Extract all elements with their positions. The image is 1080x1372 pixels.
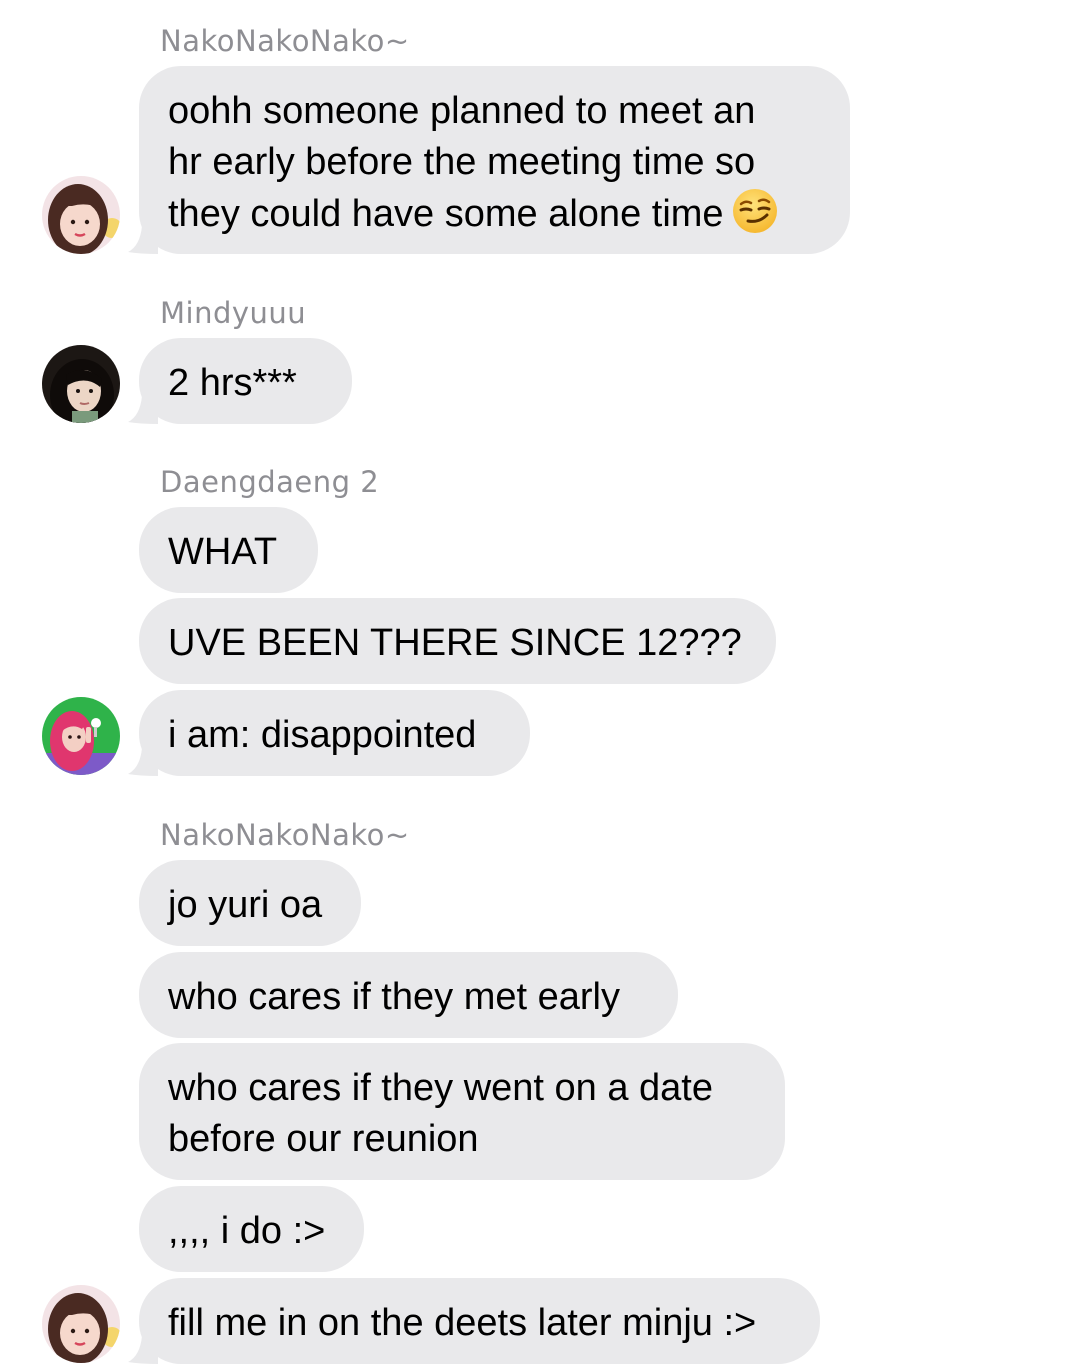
message-bubble[interactable]: UVE BEEN THERE SINCE 12??? — [139, 598, 776, 684]
message-bubble[interactable]: jo yuri oa — [139, 860, 361, 946]
bubble-tail — [128, 748, 158, 776]
sender-name: Daengdaeng 2 — [160, 465, 380, 499]
message-text: jo yuri oa — [168, 884, 323, 926]
message-bubble[interactable]: ,,,, i do :> — [139, 1186, 364, 1272]
message-text: oohh someone planned to meet an — [168, 90, 756, 132]
message-text: 2 hrs*** — [168, 362, 297, 404]
message-bubble[interactable]: fill me in on the deets later minju :> — [139, 1278, 820, 1364]
bubble-tail — [128, 396, 158, 424]
message-bubble[interactable]: WHAT — [139, 507, 318, 593]
message-text: fill me in on the deets later minju :> — [168, 1302, 757, 1344]
bubble-tail — [128, 1336, 158, 1364]
bubble-tail — [128, 226, 158, 254]
avatar[interactable] — [42, 176, 120, 254]
sender-name: NakoNakoNako~ — [160, 818, 410, 852]
message-text: hr early before the meeting time so — [168, 141, 756, 183]
message-text: they could have some alone time — [168, 193, 724, 235]
message-text: who cares if they met early — [168, 976, 620, 1018]
smirking-face-emoji — [732, 189, 777, 233]
message-bubble[interactable]: who cares if they went on a date before … — [139, 1043, 785, 1180]
avatar[interactable] — [42, 345, 120, 423]
message-text: UVE BEEN THERE SINCE 12??? — [168, 622, 742, 664]
message-text: WHAT — [168, 531, 278, 573]
message-bubble[interactable]: i am: disappointed — [139, 690, 530, 776]
message-text: ,,,, i do :> — [168, 1210, 326, 1252]
message-bubble[interactable]: who cares if they met early — [139, 952, 678, 1038]
sender-name: Mindyuuu — [160, 296, 307, 330]
avatar[interactable] — [42, 1285, 120, 1363]
message-text: who cares if they went on a date — [168, 1067, 713, 1109]
message-text: before our reunion — [168, 1118, 479, 1160]
message-text: i am: disappointed — [168, 714, 477, 756]
avatar-image-daengdaeng — [42, 697, 120, 775]
sender-name: NakoNakoNako~ — [160, 24, 410, 58]
avatar-image-nako — [42, 1285, 120, 1363]
avatar-image-nako — [42, 176, 120, 254]
avatar-image-mindyuuu — [42, 345, 120, 423]
message-bubble[interactable]: 2 hrs*** — [139, 338, 352, 424]
message-bubble[interactable]: oohh someone planned to meet an hr early… — [139, 66, 850, 254]
avatar[interactable] — [42, 697, 120, 775]
